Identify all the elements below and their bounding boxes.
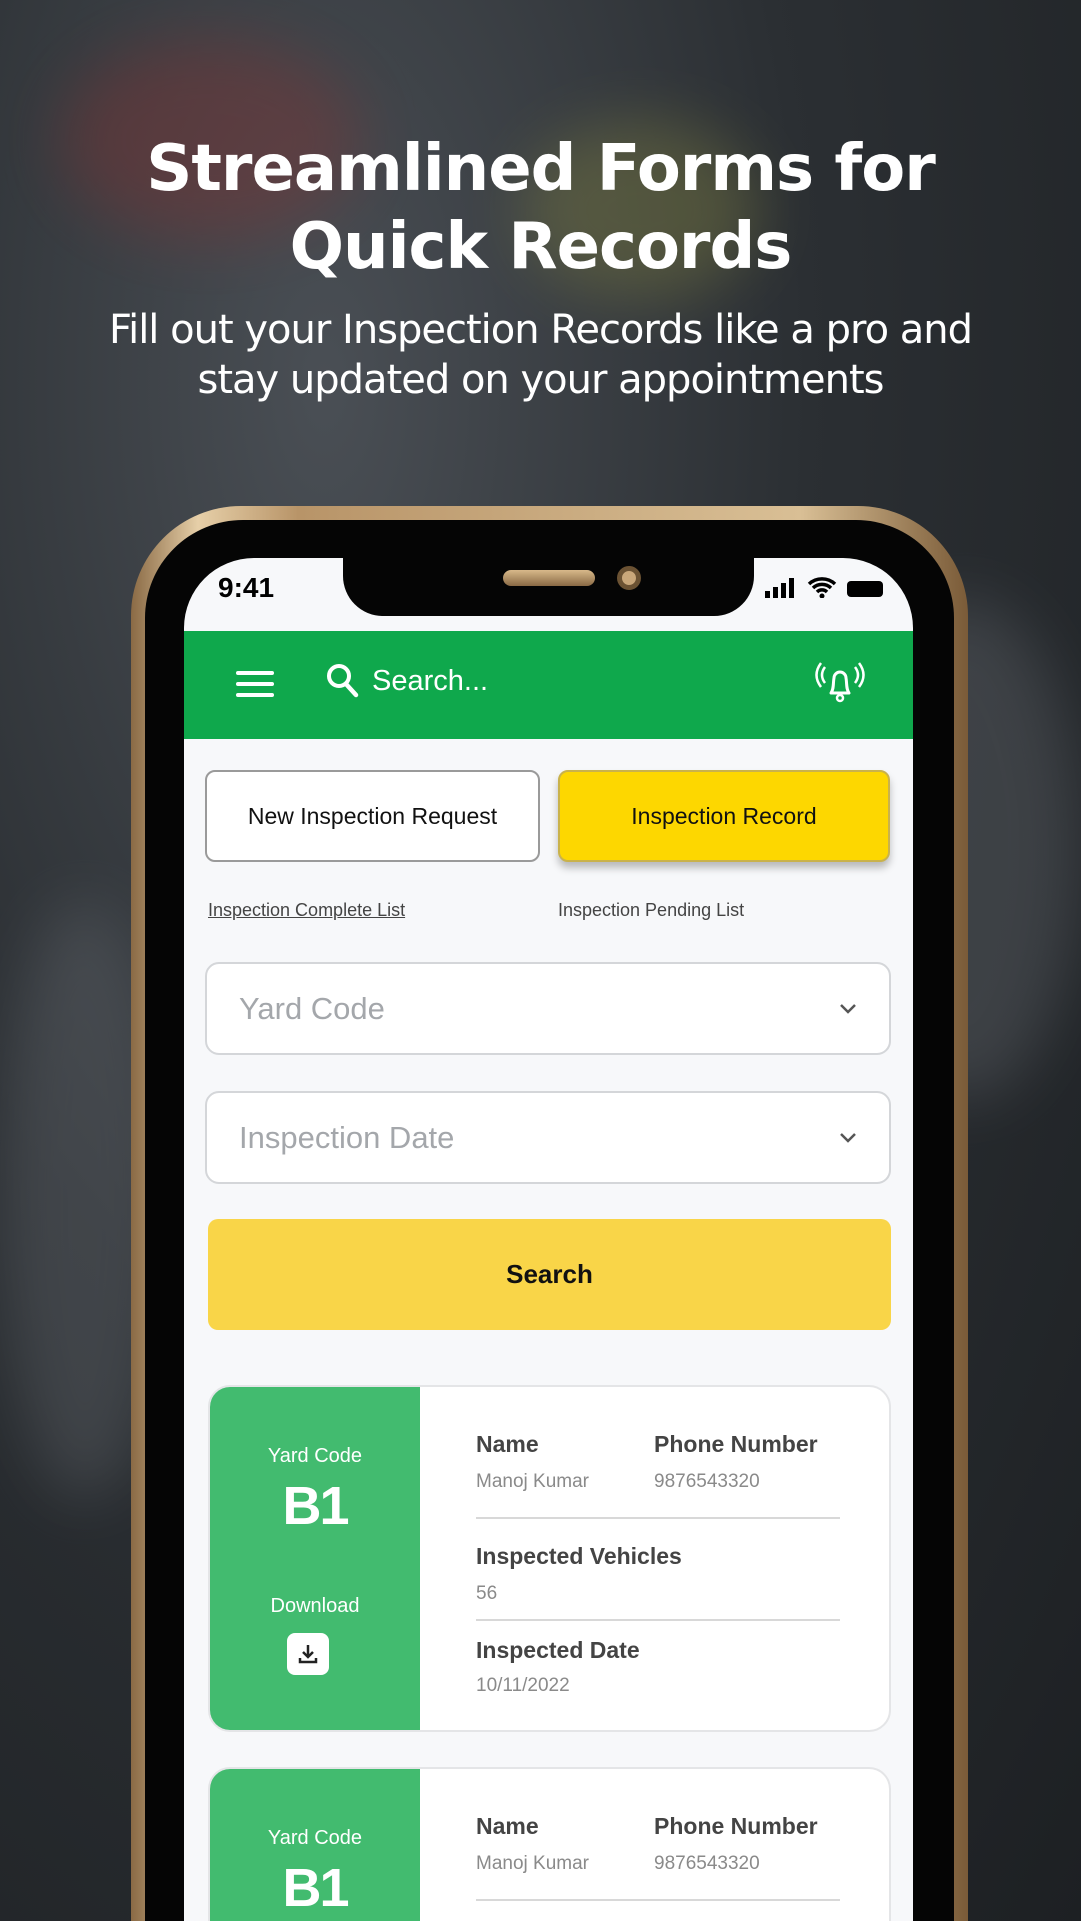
status-icons xyxy=(765,576,885,598)
yard-code-value: B1 xyxy=(282,1858,349,1918)
divider xyxy=(476,1517,840,1519)
name-label: Name xyxy=(476,1431,539,1457)
menu-icon[interactable] xyxy=(236,671,274,697)
inspection-pending-list-link[interactable]: Inspection Pending List xyxy=(558,900,744,921)
search-icon xyxy=(327,664,359,698)
hero-title-line1: Streamlined Forms for xyxy=(146,132,936,206)
yard-code-value: B1 xyxy=(282,1476,349,1536)
date-label: Inspected Date xyxy=(476,1637,640,1663)
camera xyxy=(617,566,641,590)
new-inspection-request-button[interactable]: New Inspection Request xyxy=(205,770,540,862)
chevron-down-icon xyxy=(840,1132,856,1143)
phone-screen: 9:41 Search... New Inspection Request In… xyxy=(184,558,913,1921)
yard-code-label: Yard Code xyxy=(267,1827,363,1849)
yard-code-label: Yard Code xyxy=(267,1445,363,1467)
yard-code-placeholder: Yard Code xyxy=(239,990,385,1026)
divider xyxy=(476,1619,840,1621)
inspection-date-placeholder: Inspection Date xyxy=(239,1119,455,1155)
notch xyxy=(343,558,754,616)
divider xyxy=(476,1899,840,1901)
card-yard-panel: Yard Code B1 xyxy=(210,1769,420,1921)
hero-title: Streamlined Forms for Quick Records xyxy=(0,130,1081,286)
hero-title-line2: Quick Records xyxy=(289,210,793,284)
speaker xyxy=(503,570,595,586)
phone-value: 9876543320 xyxy=(654,1471,760,1492)
name-label: Name xyxy=(476,1813,539,1839)
download-button[interactable] xyxy=(287,1633,329,1675)
phone-label: Phone Number xyxy=(654,1431,818,1457)
wifi-icon xyxy=(807,577,837,598)
name-value: Manoj Kumar xyxy=(476,1471,589,1492)
hero-subtitle-line1: Fill out your Inspection Records like a … xyxy=(108,307,973,353)
search-placeholder: Search... xyxy=(372,664,489,697)
inspection-record-card[interactable]: Yard Code B1 Name Manoj Kumar Phone Numb… xyxy=(208,1767,891,1921)
signal-icon xyxy=(765,578,794,598)
hero-subtitle: Fill out your Inspection Records like a … xyxy=(0,305,1081,405)
inspection-record-card[interactable]: Yard Code B1 Download Name Manoj Kumar P… xyxy=(208,1385,891,1732)
date-value: 10/11/2022 xyxy=(476,1675,570,1696)
search-bar[interactable]: Search... xyxy=(326,663,488,699)
battery-icon xyxy=(847,581,883,597)
name-value: Manoj Kumar xyxy=(476,1853,589,1874)
phone-value: 9876543320 xyxy=(654,1853,760,1874)
phone-label: Phone Number xyxy=(654,1813,818,1839)
notification-bell-icon[interactable] xyxy=(815,659,865,705)
hero-subtitle-line2: stay updated on your appointments xyxy=(197,357,884,403)
inspection-record-button[interactable]: Inspection Record xyxy=(558,770,890,862)
inspection-date-dropdown[interactable]: Inspection Date xyxy=(205,1091,891,1184)
yard-code-dropdown[interactable]: Yard Code xyxy=(205,962,891,1055)
inspection-complete-list-link[interactable]: Inspection Complete List xyxy=(208,900,405,921)
download-icon xyxy=(298,1645,318,1664)
vehicles-label: Inspected Vehicles xyxy=(476,1543,682,1569)
app-header: Search... xyxy=(184,631,913,739)
chevron-down-icon xyxy=(840,1003,856,1014)
status-time: 9:41 xyxy=(218,572,275,603)
download-label: Download xyxy=(270,1595,360,1617)
vehicles-value: 56 xyxy=(476,1583,498,1604)
card-yard-panel: Yard Code B1 Download xyxy=(210,1387,420,1730)
search-button[interactable]: Search xyxy=(208,1219,891,1330)
